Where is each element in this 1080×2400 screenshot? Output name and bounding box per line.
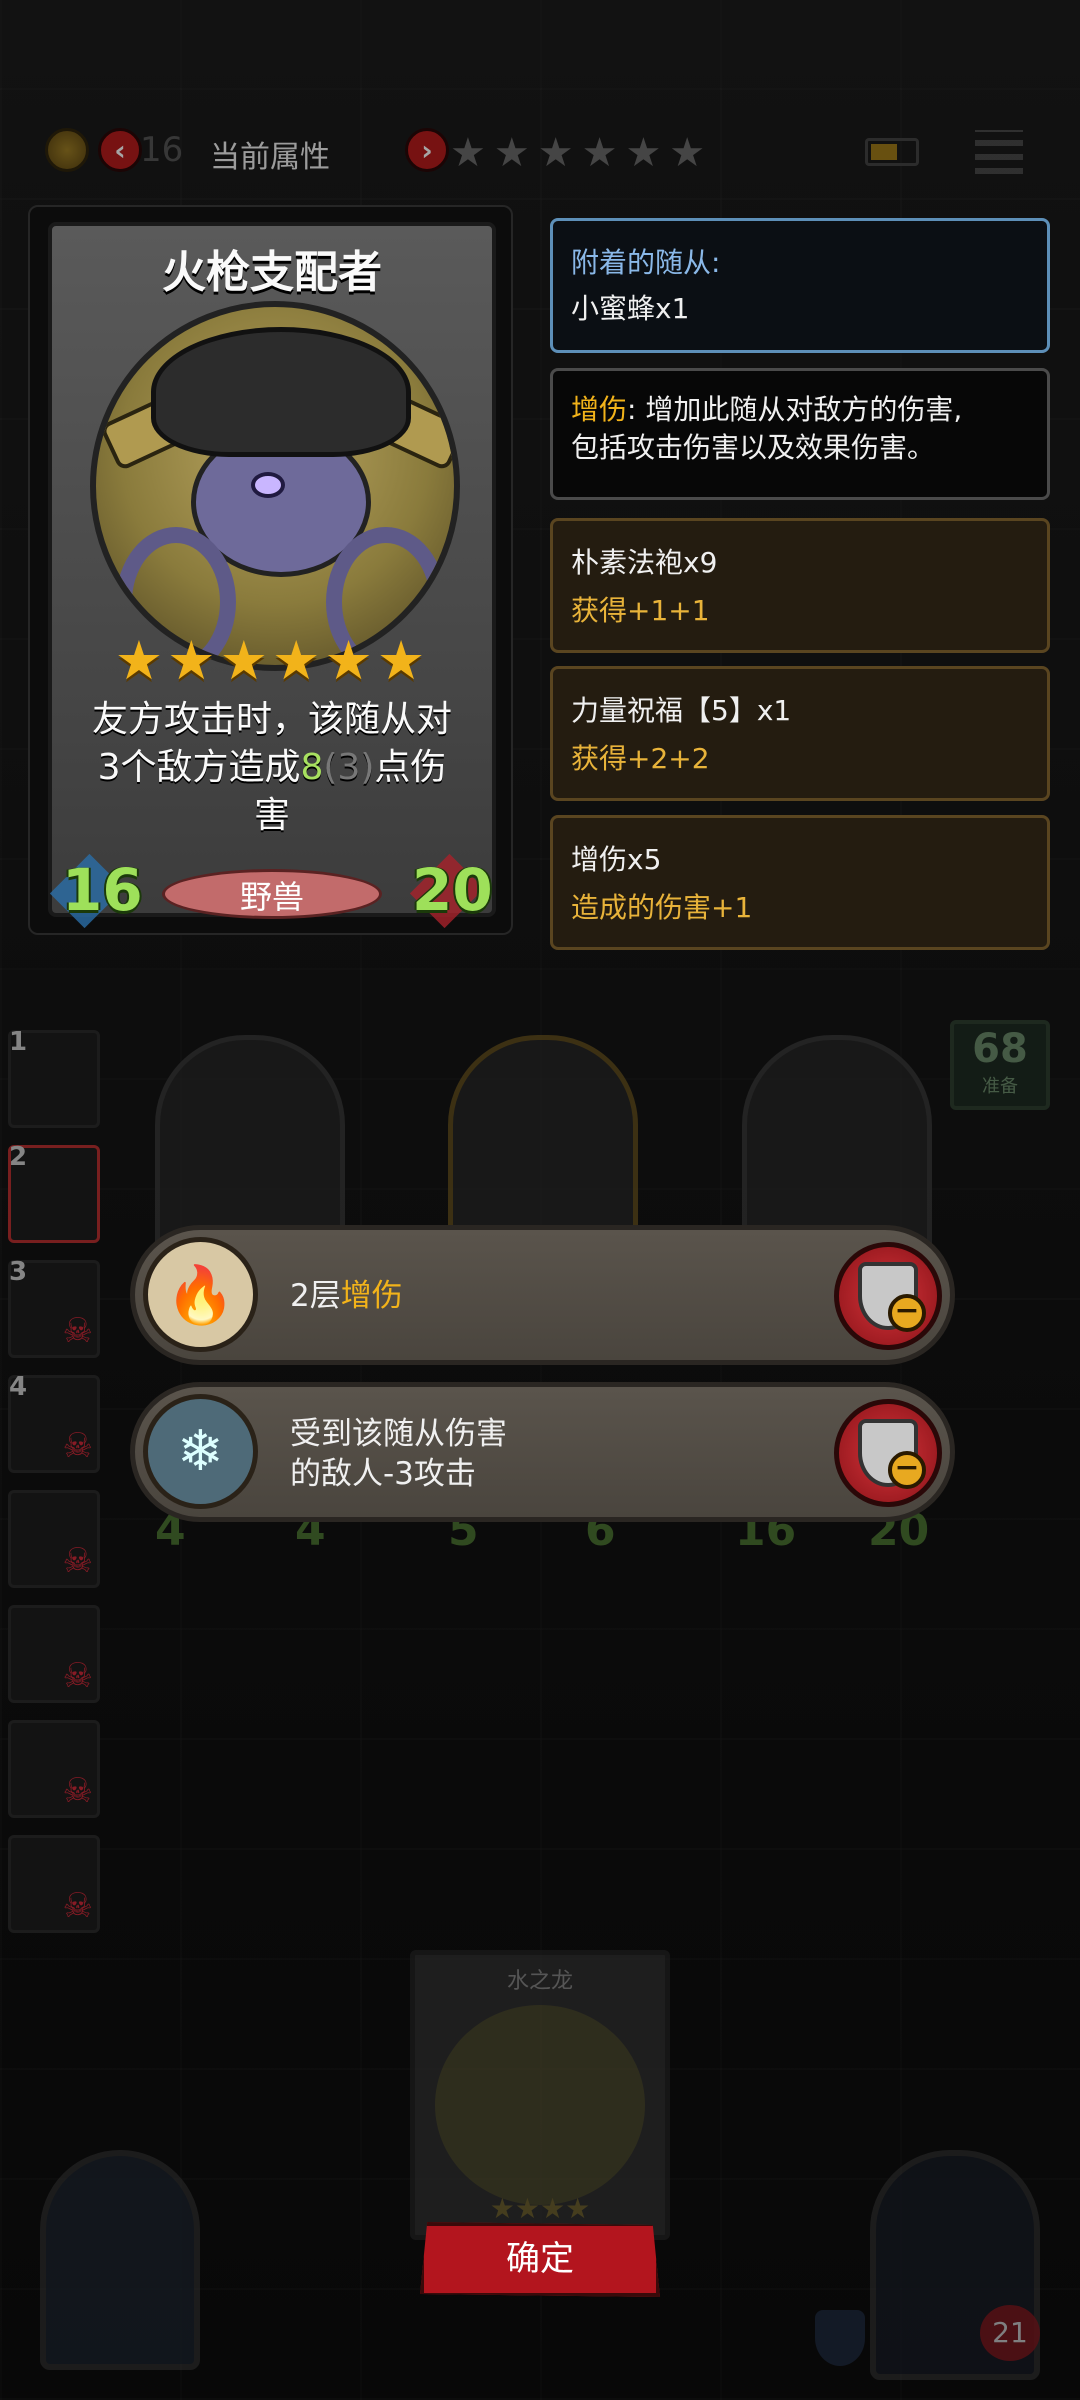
desc-line: 害 [253, 795, 290, 836]
remove-buff-button[interactable]: − [834, 1399, 942, 1507]
equipment-name: 增伤x5 [571, 843, 662, 876]
attached-minion-box: 附着的随从: 小蜜蜂x1 [550, 218, 1050, 353]
keyword-desc-2: 包括攻击伤害以及效果伤害。 [571, 431, 936, 464]
buff-item: ❄ 受到该随从伤害 的敌人-3攻击 − [130, 1382, 955, 1522]
equipment-item: 力量祝福【5】x1 获得+2+2 [550, 666, 1050, 801]
desc-line: 3个敌方造成8(3)点伤 [72, 744, 472, 792]
card-description: 友方攻击时，该随从对 3个敌方造成8(3)点伤 害 [72, 696, 472, 840]
keyword-name: 增伤 [571, 393, 628, 426]
equipment-effect: 获得+1+1 [571, 594, 710, 627]
buff-text: 受到该随从伤害 的敌人-3攻击 [290, 1414, 507, 1494]
buff-text: 2层增伤 [290, 1276, 403, 1316]
buff-keyword: 增伤 [340, 1278, 403, 1314]
equipment-effect: 获得+2+2 [571, 742, 710, 775]
buff-line: 的敌人-3攻击 [290, 1456, 476, 1492]
desc-text: 3个敌方造成 [97, 747, 301, 788]
equipment-item: 朴素法袍x9 获得+1+1 [550, 518, 1050, 653]
equipment-name: 力量祝福【5】x1 [571, 694, 792, 727]
minus-icon: − [888, 1294, 926, 1332]
fire-hand-icon: 🔥 [143, 1237, 258, 1352]
minion-card: 火枪支配者 ★★★★★★ 友方攻击时，该随从对 3个敌方造成8(3)点伤 害 1… [48, 222, 496, 929]
confirm-button[interactable]: 确定 [420, 2222, 660, 2297]
tribe-badge: 野兽 [162, 869, 382, 919]
card-health: 20 [412, 856, 493, 924]
octopus-portrait [90, 301, 460, 671]
desc-text: 点伤 [374, 747, 447, 788]
octopus-eye [251, 472, 285, 498]
buff-item: 🔥 2层增伤 − [130, 1225, 955, 1365]
desc-base-value: (3) [323, 747, 375, 788]
shield-icon: − [858, 1419, 926, 1489]
keyword-desc: : 增加此随从对敌方的伤害, [627, 393, 963, 426]
attached-label: 附着的随从: [571, 246, 721, 279]
pirate-hat [151, 327, 411, 457]
card-attack: 16 [62, 856, 143, 924]
card-stars: ★★★★★★ [114, 629, 430, 692]
desc-line: 友方攻击时，该随从对 [91, 699, 452, 740]
shield-icon: − [858, 1262, 926, 1332]
keyword-box: 增伤: 增加此随从对敌方的伤害, 包括攻击伤害以及效果伤害。 [550, 368, 1050, 500]
minus-icon: − [888, 1451, 926, 1489]
frost-book-icon: ❄ [143, 1394, 258, 1509]
keyword-line: 增伤: 增加此随从对敌方的伤害, [571, 391, 1029, 429]
equipment-item: 增伤x5 造成的伤害+1 [550, 815, 1050, 950]
attached-value: 小蜜蜂x1 [571, 292, 690, 325]
buff-prefix: 2层 [290, 1278, 341, 1314]
remove-buff-button[interactable]: − [834, 1242, 942, 1350]
card-name: 火枪支配者 [162, 247, 382, 298]
equipment-name: 朴素法袍x9 [571, 546, 718, 579]
buff-line: 受到该随从伤害 [290, 1416, 507, 1452]
equipment-effect: 造成的伤害+1 [571, 891, 753, 924]
desc-damage-value: 8 [300, 747, 324, 788]
